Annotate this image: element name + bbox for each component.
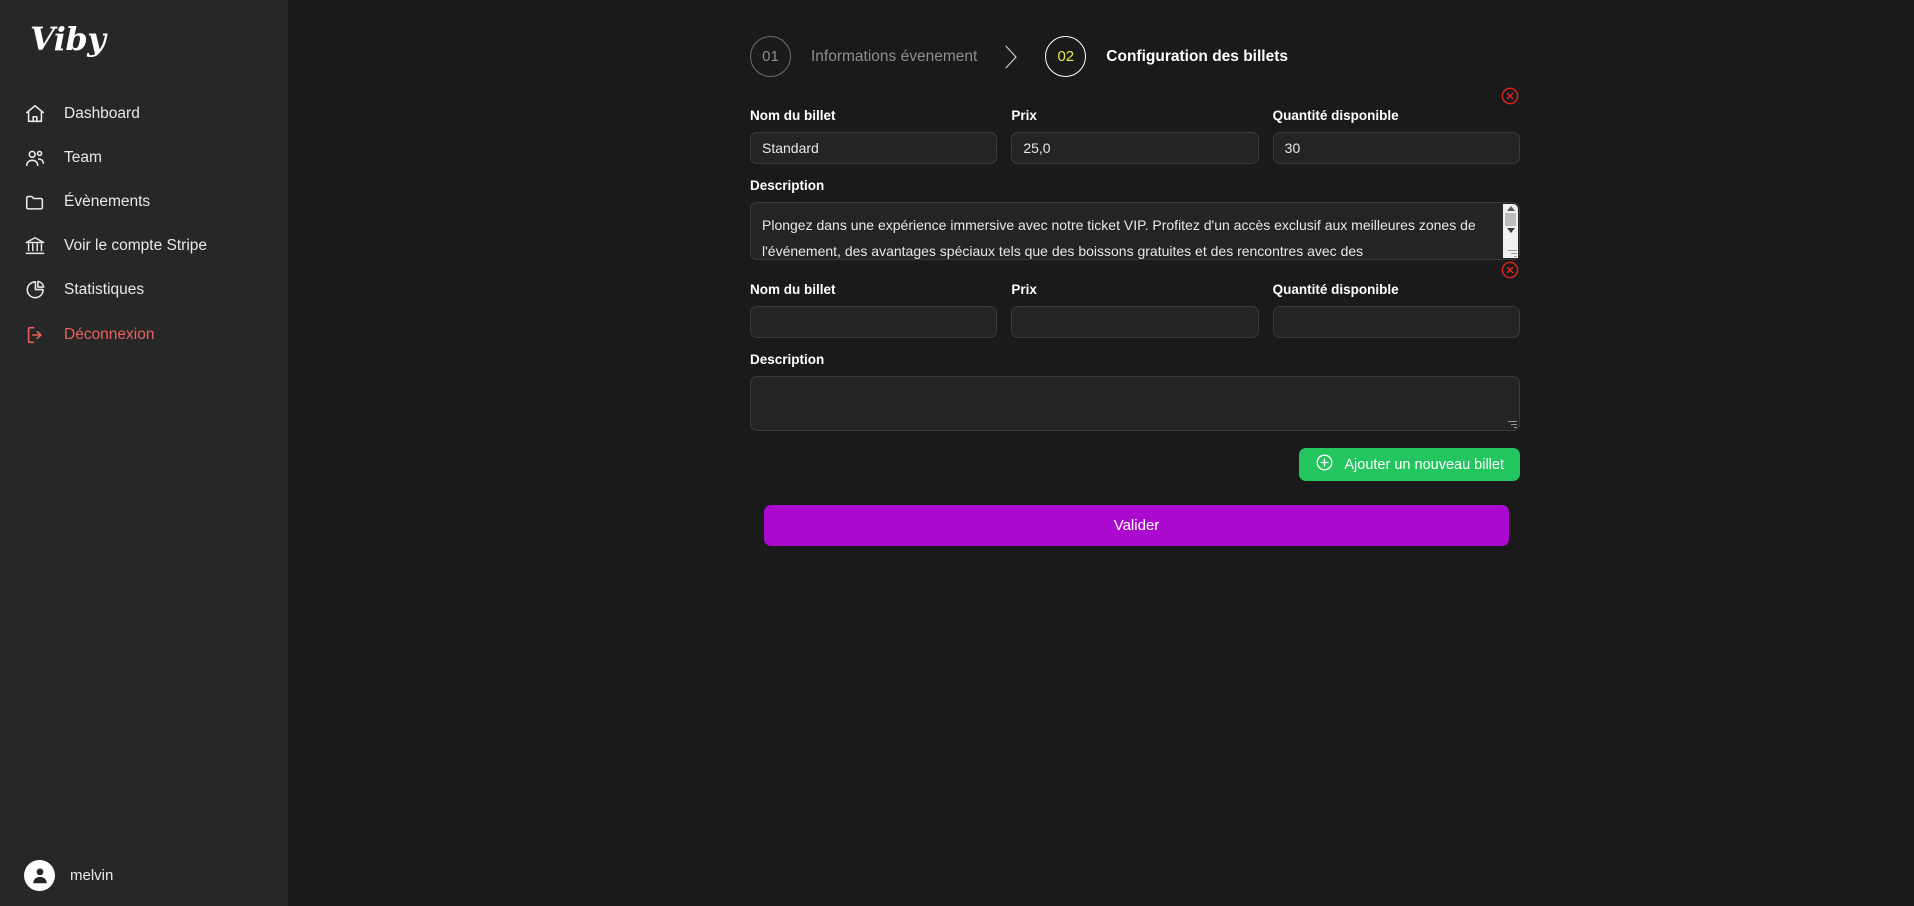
ticket-block: Nom du billet Prix Quantité disponible D…	[750, 86, 1520, 260]
field-label: Quantité disponible	[1272, 108, 1399, 123]
field-quantite-disponible: Quantité disponible	[1272, 108, 1520, 164]
sidebar-item-team[interactable]: Team	[0, 136, 288, 180]
sidebar-item-label: Voir le compte Stripe	[64, 237, 208, 254]
step-label: Informations évenement	[811, 47, 978, 65]
field-nom-du-billet: Nom du billet	[750, 108, 998, 164]
step-number: 01	[750, 36, 791, 77]
folder-icon	[24, 191, 46, 213]
sidebar-profile[interactable]: melvin	[0, 844, 288, 906]
field-prix: Prix	[1011, 282, 1259, 338]
field-description: Description	[750, 352, 1520, 431]
description-wrapper	[750, 376, 1520, 431]
ticket-price-input[interactable]	[1011, 306, 1259, 338]
sidebar-item-dashboard[interactable]: Dashboard	[0, 92, 288, 136]
sidebar-item-label: Évènements	[64, 193, 151, 210]
ticket-fields-row: Nom du billet Prix Quantité disponible	[750, 108, 1520, 164]
sidebar-item-label: Déconnexion	[64, 326, 155, 343]
ticket-quantity-input[interactable]	[1272, 132, 1520, 164]
sidebar-item-label: Dashboard	[64, 105, 140, 122]
ticket-price-input[interactable]	[1011, 132, 1259, 164]
scroll-up-arrow-icon[interactable]	[1506, 206, 1515, 211]
sidebar-item-label: Statistiques	[64, 281, 145, 298]
description-wrapper	[750, 202, 1520, 260]
sidebar-item-deconnexion[interactable]: Déconnexion	[0, 313, 288, 357]
scrollbar-thumb[interactable]	[1505, 213, 1516, 226]
ticket-block: Nom du billet Prix Quantité disponible D…	[750, 260, 1520, 431]
remove-circle-icon[interactable]	[1500, 86, 1520, 106]
step-configuration-des-billets[interactable]: 02 Configuration des billets	[1045, 36, 1288, 77]
sidebar-item-evenements[interactable]: Évènements	[0, 180, 288, 224]
pie-chart-icon	[24, 279, 46, 301]
ticket-description-textarea[interactable]	[750, 202, 1520, 260]
field-label: Prix	[1011, 108, 1037, 123]
chevron-right-icon	[977, 40, 1045, 74]
plus-circle-icon	[1315, 453, 1334, 476]
step-label: Configuration des billets	[1106, 47, 1288, 65]
ticket-form: Nom du billet Prix Quantité disponible D…	[750, 86, 1520, 546]
field-description: Description	[750, 178, 1520, 260]
step-informations-evenement[interactable]: 01 Informations évenement	[750, 36, 977, 77]
field-prix: Prix	[1011, 108, 1259, 164]
profile-name: melvin	[70, 866, 114, 884]
field-label: Nom du billet	[750, 108, 836, 123]
logout-icon	[24, 324, 46, 346]
step-number: 02	[1045, 36, 1087, 77]
field-label: Description	[750, 352, 825, 367]
sidebar-item-stripe[interactable]: Voir le compte Stripe	[0, 224, 288, 268]
field-label: Description	[750, 178, 825, 193]
scroll-down-arrow-icon[interactable]	[1506, 228, 1515, 233]
field-label: Quantité disponible	[1272, 282, 1399, 297]
field-nom-du-billet: Nom du billet	[750, 282, 998, 338]
field-label: Prix	[1011, 282, 1037, 297]
ticket-description-textarea[interactable]	[750, 376, 1520, 431]
add-ticket-row: Ajouter un nouveau billet	[750, 448, 1520, 481]
avatar	[24, 859, 55, 891]
home-icon	[24, 103, 46, 125]
field-quantite-disponible: Quantité disponible	[1272, 282, 1520, 338]
remove-circle-icon[interactable]	[1500, 260, 1520, 280]
ticket-fields-row: Nom du billet Prix Quantité disponible	[750, 282, 1520, 338]
add-ticket-label: Ajouter un nouveau billet	[1344, 456, 1504, 473]
users-icon	[24, 147, 46, 169]
ticket-name-input[interactable]	[750, 132, 998, 164]
validate-button[interactable]: Valider	[764, 505, 1509, 546]
sidebar-item-statistiques[interactable]: Statistiques	[0, 268, 288, 312]
textarea-scrollbar[interactable]	[1503, 204, 1518, 258]
field-label: Nom du billet	[750, 282, 836, 297]
main-content: 01 Informations évenement 02 Configurati…	[288, 0, 1914, 906]
sidebar-nav: Dashboard Team Évènements Voir le compte…	[0, 92, 288, 357]
app-logo[interactable]: Viby	[0, 0, 288, 60]
stepper: 01 Informations évenement 02 Configurati…	[750, 36, 1288, 77]
app-root: Viby Dashboard Team Évènements Voir le c…	[0, 0, 1914, 906]
bank-icon	[24, 235, 46, 257]
ticket-name-input[interactable]	[750, 306, 998, 338]
add-ticket-button[interactable]: Ajouter un nouveau billet	[1299, 448, 1520, 481]
sidebar-item-label: Team	[64, 149, 102, 166]
ticket-quantity-input[interactable]	[1272, 306, 1520, 338]
sidebar: Viby Dashboard Team Évènements Voir le c…	[0, 0, 288, 906]
